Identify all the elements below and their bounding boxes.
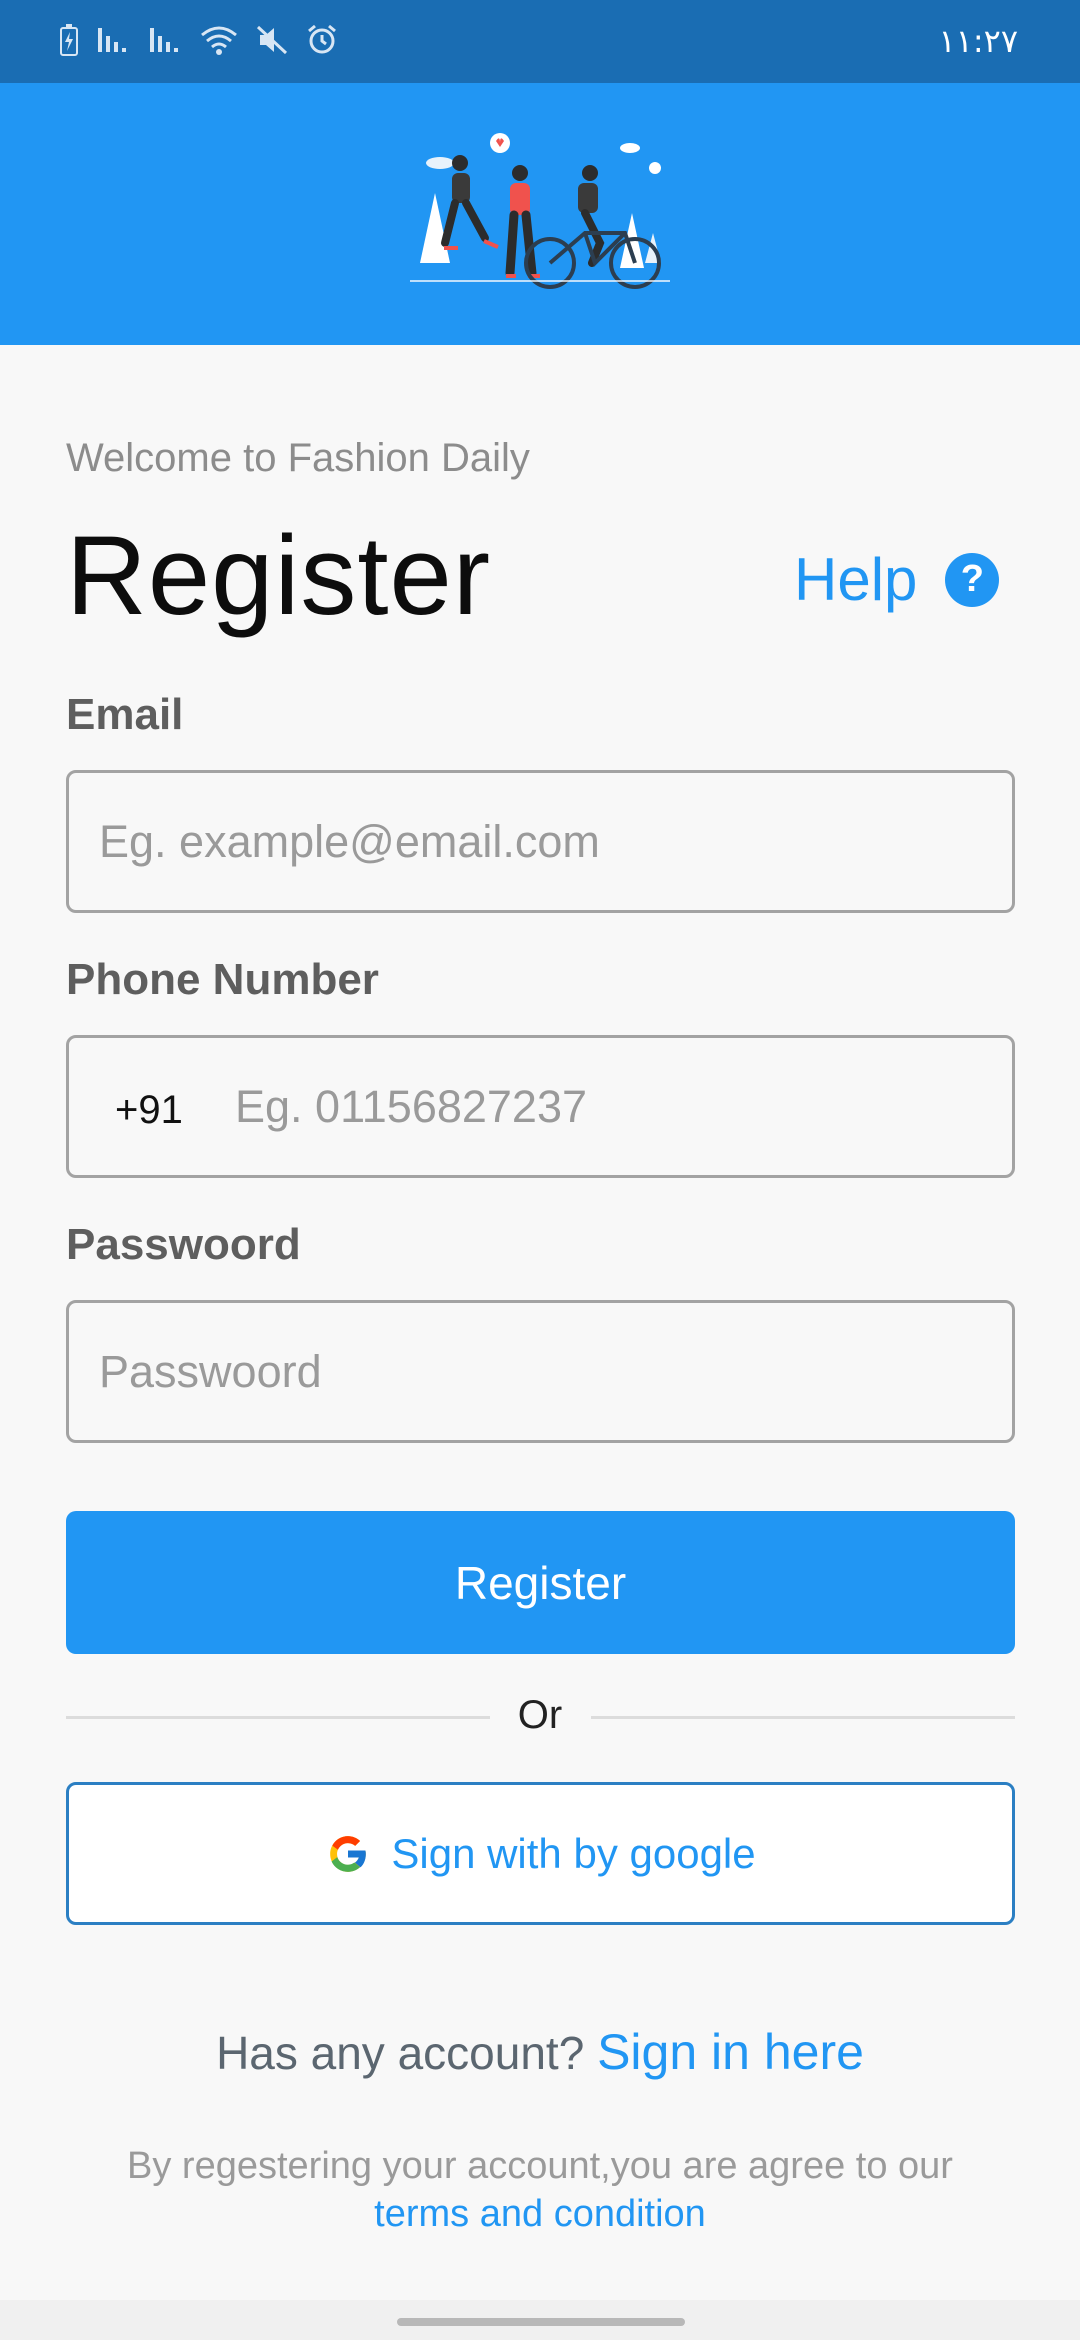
status-icons bbox=[60, 24, 338, 56]
phone-field-box: +91 bbox=[66, 1035, 1015, 1178]
or-divider-text: Or bbox=[517, 1693, 563, 1737]
terms-link[interactable]: terms and condition bbox=[374, 2190, 706, 2238]
sign-in-prompt: Has any account? Sign in here bbox=[0, 2023, 1080, 2081]
help-button[interactable]: Help ? bbox=[794, 545, 1000, 614]
has-account-text: Has any account? bbox=[216, 2027, 585, 2079]
phone-label: Phone Number bbox=[66, 955, 379, 1004]
battery-charging-icon bbox=[60, 24, 78, 56]
sign-in-link[interactable]: Sign in here bbox=[597, 2024, 864, 2080]
google-button-label: Sign with by google bbox=[391, 1829, 756, 1877]
divider-left bbox=[66, 1716, 490, 1719]
question-icon: ? bbox=[945, 552, 1000, 607]
google-icon bbox=[330, 1835, 368, 1872]
password-field[interactable] bbox=[99, 1303, 989, 1440]
status-bar: ١١:٢٧ bbox=[0, 0, 1080, 83]
status-time: ١١:٢٧ bbox=[938, 22, 1018, 60]
terms-notice: By regestering your account,you are agre… bbox=[0, 2142, 1080, 2238]
register-button[interactable]: Register bbox=[66, 1511, 1015, 1654]
wifi-icon bbox=[201, 26, 237, 55]
page-title: Register bbox=[66, 513, 492, 638]
mute-icon bbox=[256, 25, 288, 55]
home-gesture-handle[interactable] bbox=[397, 2318, 685, 2326]
welcome-text: Welcome to Fashion Daily bbox=[66, 436, 530, 480]
terms-text: By regestering your account,you are agre… bbox=[127, 2145, 953, 2187]
google-sign-in-button[interactable]: Sign with by google bbox=[66, 1782, 1015, 1925]
email-field[interactable] bbox=[99, 773, 989, 910]
password-field-box bbox=[66, 1300, 1015, 1443]
password-label: Passwoord bbox=[66, 1220, 301, 1269]
signal-icon bbox=[150, 28, 178, 52]
divider-right bbox=[591, 1716, 1015, 1719]
email-label: Email bbox=[66, 690, 184, 739]
country-code-prefix[interactable]: +91 bbox=[115, 1088, 183, 1133]
phone-number-field[interactable] bbox=[235, 1038, 995, 1175]
alarm-icon bbox=[308, 24, 336, 54]
header-banner bbox=[0, 83, 1080, 345]
email-field-box bbox=[66, 770, 1015, 913]
navigation-bar bbox=[0, 2300, 1080, 2340]
people-running-cycling-illustration bbox=[410, 133, 670, 289]
signal-icon bbox=[98, 28, 126, 52]
help-label: Help bbox=[794, 546, 918, 613]
